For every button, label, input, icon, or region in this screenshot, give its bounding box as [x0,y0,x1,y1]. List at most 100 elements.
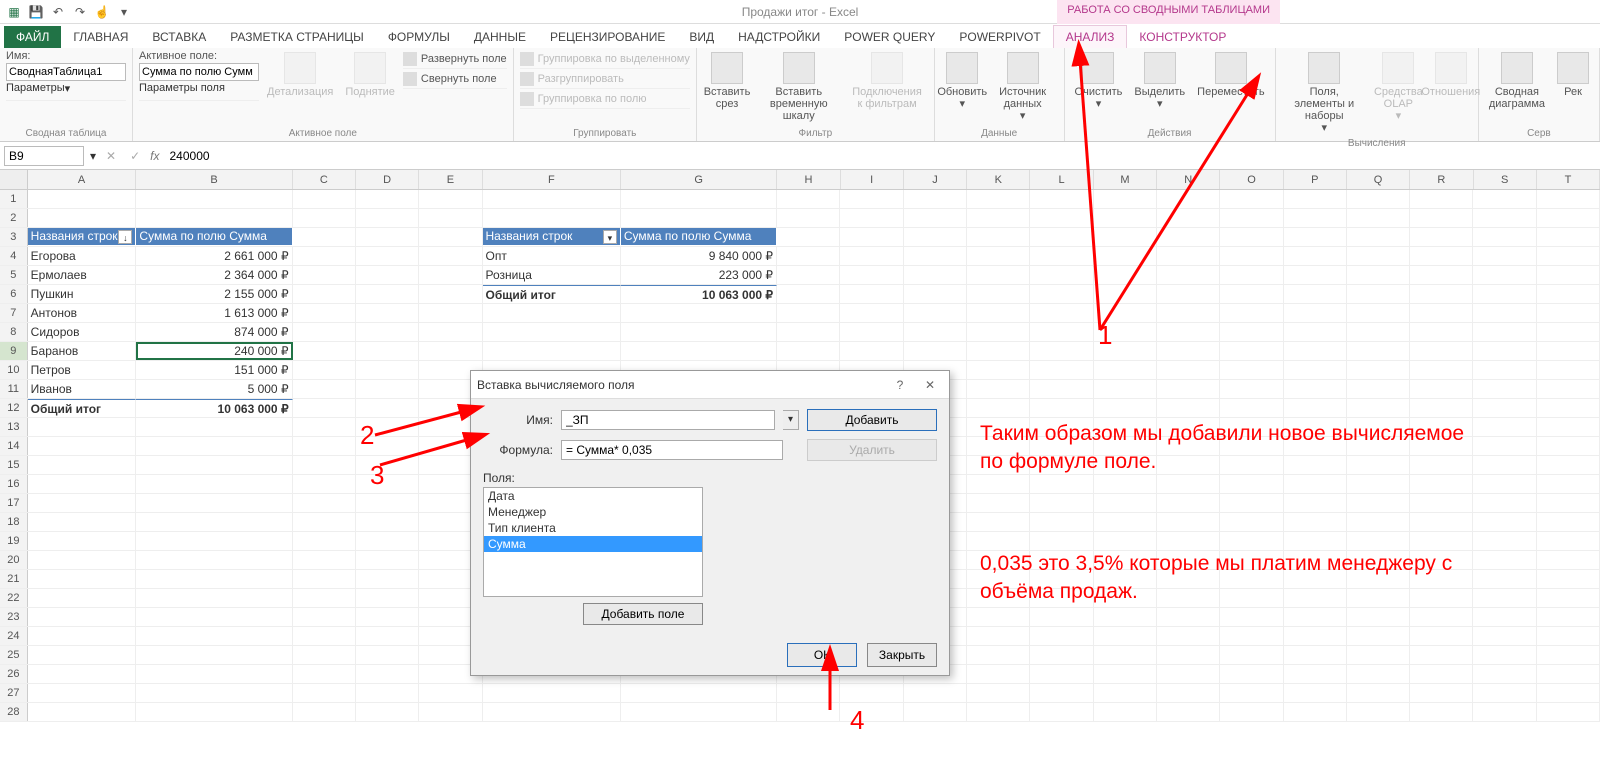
dialog-fields-list[interactable]: ДатаМенеджерТип клиентаСумма [483,487,703,597]
cell-L12[interactable] [1030,399,1093,417]
col-header-I[interactable]: I [841,170,904,189]
dialog-field-item[interactable]: Менеджер [484,504,702,520]
cell-C20[interactable] [293,551,356,569]
cell-R2[interactable] [1410,209,1473,227]
cell-C22[interactable] [293,589,356,607]
cell-F9[interactable] [483,342,621,360]
collapse-field-button[interactable]: Свернуть поле [403,70,507,89]
row-header-8[interactable]: 8 [0,323,28,341]
field-params-button[interactable]: Параметры поля [139,82,259,101]
row-header-13[interactable]: 13 [0,418,28,436]
cell-C10[interactable] [293,361,356,379]
cell-O7[interactable] [1220,304,1283,322]
cell-Q24[interactable] [1347,627,1410,645]
cell-L1[interactable] [1030,190,1093,208]
row-header-5[interactable]: 5 [0,266,28,284]
cell-T13[interactable] [1537,418,1600,436]
cell-B14[interactable] [136,437,292,455]
cell-M18[interactable] [1094,513,1157,531]
cell-C11[interactable] [293,380,356,398]
cell-A13[interactable] [28,418,137,436]
row-header-24[interactable]: 24 [0,627,28,645]
cell-B6[interactable]: 2 155 000 ₽ [136,285,292,303]
cell-H4[interactable] [777,247,840,265]
cancel-icon[interactable]: ✕ [102,149,120,163]
cell-L17[interactable] [1030,494,1093,512]
cell-C14[interactable] [293,437,356,455]
cell-M16[interactable] [1094,475,1157,493]
cell-O6[interactable] [1220,285,1283,303]
cell-I6[interactable] [840,285,903,303]
cell-C8[interactable] [293,323,356,341]
cell-L25[interactable] [1030,646,1093,664]
row-header-20[interactable]: 20 [0,551,28,569]
cell-B17[interactable] [136,494,292,512]
cell-L26[interactable] [1030,665,1093,683]
cell-T25[interactable] [1537,646,1600,664]
cell-C2[interactable] [293,209,356,227]
cell-L3[interactable] [1030,228,1093,246]
cell-K3[interactable] [967,228,1030,246]
cell-E8[interactable] [419,323,482,341]
row-header-1[interactable]: 1 [0,190,28,208]
cell-K8[interactable] [967,323,1030,341]
cell-R19[interactable] [1410,532,1473,550]
cell-H5[interactable] [777,266,840,284]
cell-G27[interactable] [621,684,777,702]
cell-C28[interactable] [293,703,356,721]
cell-M4[interactable] [1094,247,1157,265]
pivot-chart-button[interactable]: Сводная диаграмма [1485,50,1549,126]
cell-L27[interactable] [1030,684,1093,702]
cell-S26[interactable] [1473,665,1536,683]
cell-D28[interactable] [356,703,419,721]
cell-P8[interactable] [1284,323,1347,341]
row-header-26[interactable]: 26 [0,665,28,683]
cell-P1[interactable] [1284,190,1347,208]
cell-M17[interactable] [1094,494,1157,512]
cell-R17[interactable] [1410,494,1473,512]
cell-S8[interactable] [1473,323,1536,341]
cell-T17[interactable] [1537,494,1600,512]
col-header-K[interactable]: K [967,170,1030,189]
cell-R28[interactable] [1410,703,1473,721]
tab-review[interactable]: РЕЦЕНЗИРОВАНИЕ [538,26,677,48]
cell-F2[interactable] [483,209,621,227]
cell-G4[interactable]: 9 840 000 ₽ [621,247,777,265]
cell-L23[interactable] [1030,608,1093,626]
row-header-19[interactable]: 19 [0,532,28,550]
row-header-25[interactable]: 25 [0,646,28,664]
cell-K10[interactable] [967,361,1030,379]
cell-J9[interactable] [904,342,967,360]
cell-A24[interactable] [28,627,137,645]
tab-analyze[interactable]: АНАЛИЗ [1053,25,1128,48]
cell-L8[interactable] [1030,323,1093,341]
cell-P5[interactable] [1284,266,1347,284]
fx-icon[interactable]: fx [150,149,159,163]
row-header-16[interactable]: 16 [0,475,28,493]
cell-D19[interactable] [356,532,419,550]
col-header-P[interactable]: P [1284,170,1347,189]
cell-O10[interactable] [1220,361,1283,379]
cell-N16[interactable] [1157,475,1220,493]
row-header-11[interactable]: 11 [0,380,28,398]
col-header-Q[interactable]: Q [1347,170,1410,189]
cell-T3[interactable] [1537,228,1600,246]
cell-D24[interactable] [356,627,419,645]
cell-Q3[interactable] [1347,228,1410,246]
cell-N23[interactable] [1157,608,1220,626]
cell-F7[interactable] [483,304,621,322]
cell-Q16[interactable] [1347,475,1410,493]
recommended-button[interactable]: Рек [1553,50,1593,126]
cell-O23[interactable] [1220,608,1283,626]
cell-A21[interactable] [28,570,137,588]
cell-K27[interactable] [967,684,1030,702]
cell-B23[interactable] [136,608,292,626]
cell-J2[interactable] [904,209,967,227]
cell-D17[interactable] [356,494,419,512]
cell-O9[interactable] [1220,342,1283,360]
cell-F28[interactable] [483,703,621,721]
cell-T5[interactable] [1537,266,1600,284]
dialog-name-dropdown-icon[interactable]: ▾ [783,410,799,430]
cell-J7[interactable] [904,304,967,322]
cell-Q26[interactable] [1347,665,1410,683]
